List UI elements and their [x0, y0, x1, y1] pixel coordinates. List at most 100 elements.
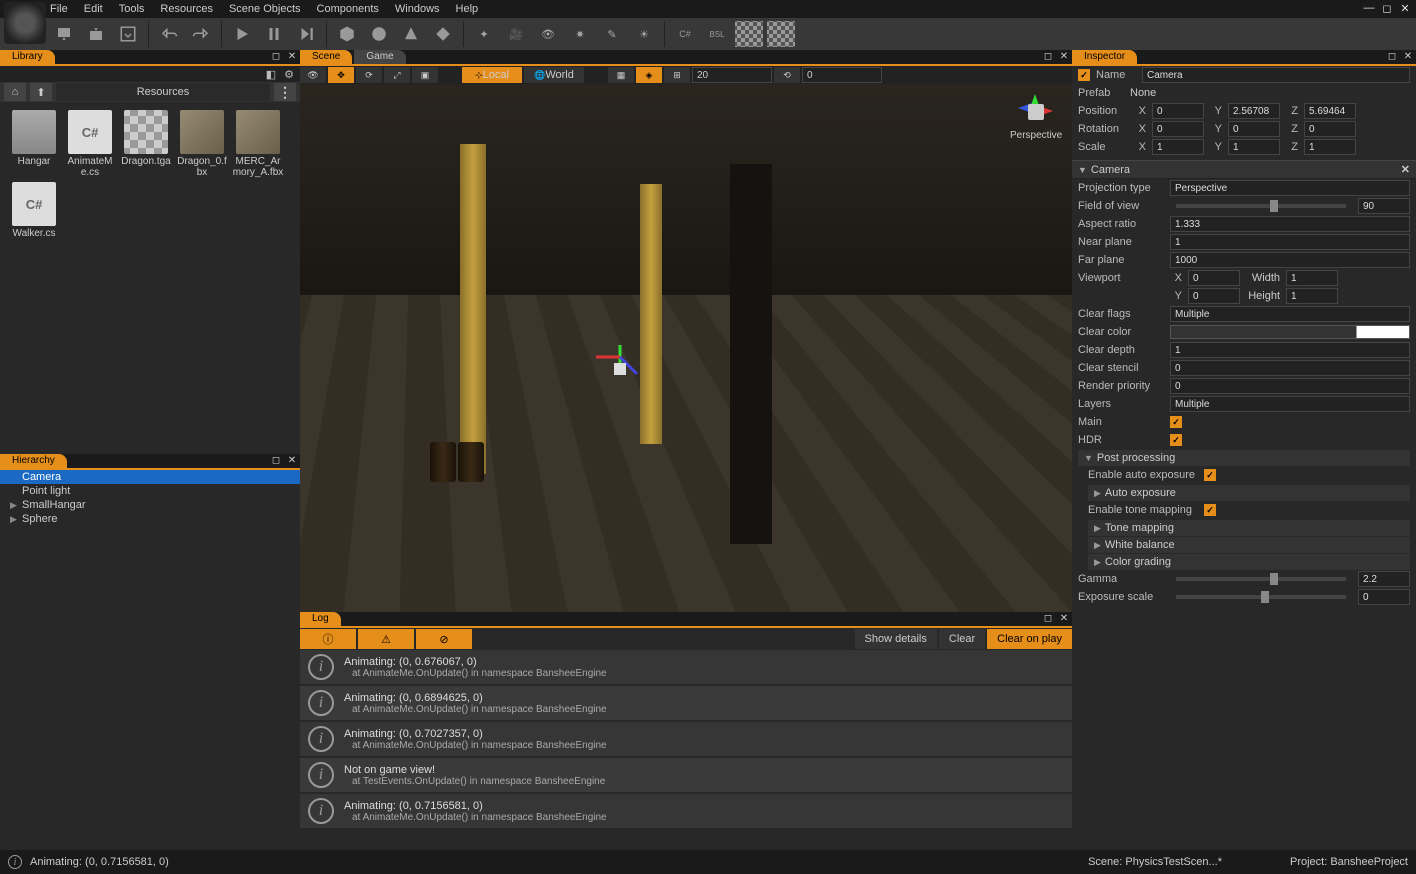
pos-y-input[interactable] — [1228, 103, 1280, 119]
hierarchy-item[interactable]: ▶SmallHangar — [0, 498, 300, 512]
library-item[interactable]: C#Walker.cs — [8, 182, 60, 239]
play-icon[interactable] — [228, 21, 256, 47]
log-entry[interactable]: iAnimating: (0, 0.7156581, 0)at AnimateM… — [300, 794, 1072, 828]
name-input[interactable] — [1142, 67, 1410, 83]
menu-resources[interactable]: Resources — [160, 3, 213, 15]
light-icon[interactable]: ✷ — [566, 21, 594, 47]
brush-icon[interactable]: ✎ — [598, 21, 626, 47]
hdr-checkbox[interactable]: ✓ — [1170, 434, 1182, 446]
auto-exposure-foldout[interactable]: ▶Auto exposure — [1088, 485, 1410, 501]
near-input[interactable] — [1170, 234, 1410, 250]
vp-w-input[interactable] — [1286, 270, 1338, 286]
up-icon[interactable]: ⬆ — [30, 83, 52, 101]
tab-game[interactable]: Game — [354, 50, 405, 64]
checker2-icon[interactable] — [767, 21, 795, 47]
show-details-button[interactable]: Show details — [855, 629, 937, 649]
home-icon[interactable]: ⌂ — [4, 83, 26, 101]
main-checkbox[interactable]: ✓ — [1170, 416, 1182, 428]
window-minimize-icon[interactable]: — — [1362, 2, 1376, 14]
clearflags-select[interactable] — [1170, 306, 1410, 322]
camera-icon[interactable]: 🎥 — [502, 21, 530, 47]
far-input[interactable] — [1170, 252, 1410, 268]
space-local-button[interactable]: ⊹ Local — [462, 67, 522, 83]
snap-value-input[interactable] — [692, 67, 772, 83]
space-world-button[interactable]: 🌐 World — [524, 67, 584, 83]
redo-icon[interactable] — [187, 21, 215, 47]
rot-z-input[interactable] — [1304, 121, 1356, 137]
log-warning-filter-icon[interactable]: ⚠ — [358, 629, 414, 649]
clearcolor-swatch[interactable] — [1170, 325, 1410, 339]
panel-maximize-icon[interactable]: ◻ — [270, 50, 282, 62]
checker1-icon[interactable] — [735, 21, 763, 47]
lib-menu-icon[interactable]: ⋮ — [274, 83, 296, 101]
auto-exposure-checkbox[interactable]: ✓ — [1204, 469, 1216, 481]
vp-x-input[interactable] — [1188, 270, 1240, 286]
log-info-filter-icon[interactable]: ⓘ — [300, 629, 356, 649]
pause-icon[interactable] — [260, 21, 288, 47]
clear-on-play-button[interactable]: Clear on play — [987, 629, 1072, 649]
menu-scene-objects[interactable]: Scene Objects — [229, 3, 301, 15]
panel-maximize-icon[interactable]: ◻ — [1042, 50, 1054, 62]
pos-z-input[interactable] — [1304, 103, 1356, 119]
post-processing-foldout[interactable]: ▼Post processing — [1078, 450, 1410, 466]
scl-x-input[interactable] — [1152, 139, 1204, 155]
color-grading-foldout[interactable]: ▶Color grading — [1088, 554, 1410, 570]
vp-y-input[interactable] — [1188, 288, 1240, 304]
window-maximize-icon[interactable]: ◻ — [1380, 2, 1394, 14]
transform-gizmo[interactable] — [600, 349, 640, 389]
layers-select[interactable] — [1170, 396, 1410, 412]
rect-tool-icon[interactable]: ▣ — [412, 67, 438, 83]
menu-tools[interactable]: Tools — [119, 3, 145, 15]
tab-inspector[interactable]: Inspector — [1072, 50, 1137, 64]
library-item[interactable]: Dragon.tga — [120, 110, 172, 178]
panel-maximize-icon[interactable]: ◻ — [1386, 50, 1398, 62]
camera-section-header[interactable]: ▼Camera✕ — [1072, 160, 1416, 179]
log-entry[interactable]: iAnimating: (0, 0.7027357, 0)at AnimateM… — [300, 722, 1072, 756]
menu-edit[interactable]: Edit — [84, 3, 103, 15]
cleardepth-input[interactable] — [1170, 342, 1410, 358]
rot-x-input[interactable] — [1152, 121, 1204, 137]
scene-viewport[interactable]: Perspective — [300, 84, 1072, 612]
remove-component-icon[interactable]: ✕ — [1401, 163, 1410, 176]
lib-back-icon[interactable]: ◧ — [266, 68, 276, 81]
rotate-snap-icon[interactable]: ⟲ — [774, 67, 800, 83]
fov-input[interactable] — [1358, 198, 1410, 214]
quad-icon[interactable] — [429, 21, 457, 47]
panel-maximize-icon[interactable]: ◻ — [1042, 612, 1054, 624]
csharp-script-icon[interactable]: C# — [671, 21, 699, 47]
window-close-icon[interactable]: ✕ — [1398, 2, 1412, 14]
hierarchy-item[interactable]: ▶Sphere — [0, 512, 300, 526]
clear-button[interactable]: Clear — [939, 629, 985, 649]
tone-mapping-foldout[interactable]: ▶Tone mapping — [1088, 520, 1410, 536]
menu-file[interactable]: File — [50, 3, 68, 15]
library-item[interactable]: C#AnimateMe.cs — [64, 110, 116, 178]
log-entry[interactable]: iNot on game view!at TestEvents.OnUpdate… — [300, 758, 1072, 792]
menu-windows[interactable]: Windows — [395, 3, 440, 15]
view-tool-icon[interactable]: 👁 — [300, 67, 326, 83]
menu-components[interactable]: Components — [317, 3, 379, 15]
aspect-input[interactable] — [1170, 216, 1410, 232]
library-item[interactable]: MERC_Armory_A.fbx — [232, 110, 284, 178]
library-item[interactable]: Dragon_0.fbx — [176, 110, 228, 178]
save-scene-icon[interactable] — [114, 21, 142, 47]
gamma-slider[interactable] — [1176, 577, 1346, 581]
scl-z-input[interactable] — [1304, 139, 1356, 155]
pivot-icon[interactable]: ◈ — [636, 67, 662, 83]
sun-icon[interactable]: ☀ — [630, 21, 658, 47]
white-balance-foldout[interactable]: ▶White balance — [1088, 537, 1410, 553]
gamma-input[interactable] — [1358, 571, 1410, 587]
clearstencil-input[interactable] — [1170, 360, 1410, 376]
vp-h-input[interactable] — [1286, 288, 1338, 304]
rotate-snap-input[interactable] — [802, 67, 882, 83]
tab-library[interactable]: Library — [0, 50, 55, 64]
hierarchy-panel[interactable]: CameraPoint light▶SmallHangar▶Sphere — [0, 470, 300, 850]
scl-y-input[interactable] — [1228, 139, 1280, 155]
cone-icon[interactable] — [397, 21, 425, 47]
log-error-filter-icon[interactable]: ⊘ — [416, 629, 472, 649]
cube-icon[interactable] — [333, 21, 361, 47]
panel-close-icon[interactable]: ✕ — [1058, 612, 1070, 624]
sphere-icon[interactable] — [365, 21, 393, 47]
log-list[interactable]: iAnimating: (0, 0.676067, 0)at AnimateMe… — [300, 650, 1072, 850]
tab-scene[interactable]: Scene — [300, 50, 352, 64]
library-item[interactable]: Hangar — [8, 110, 60, 178]
